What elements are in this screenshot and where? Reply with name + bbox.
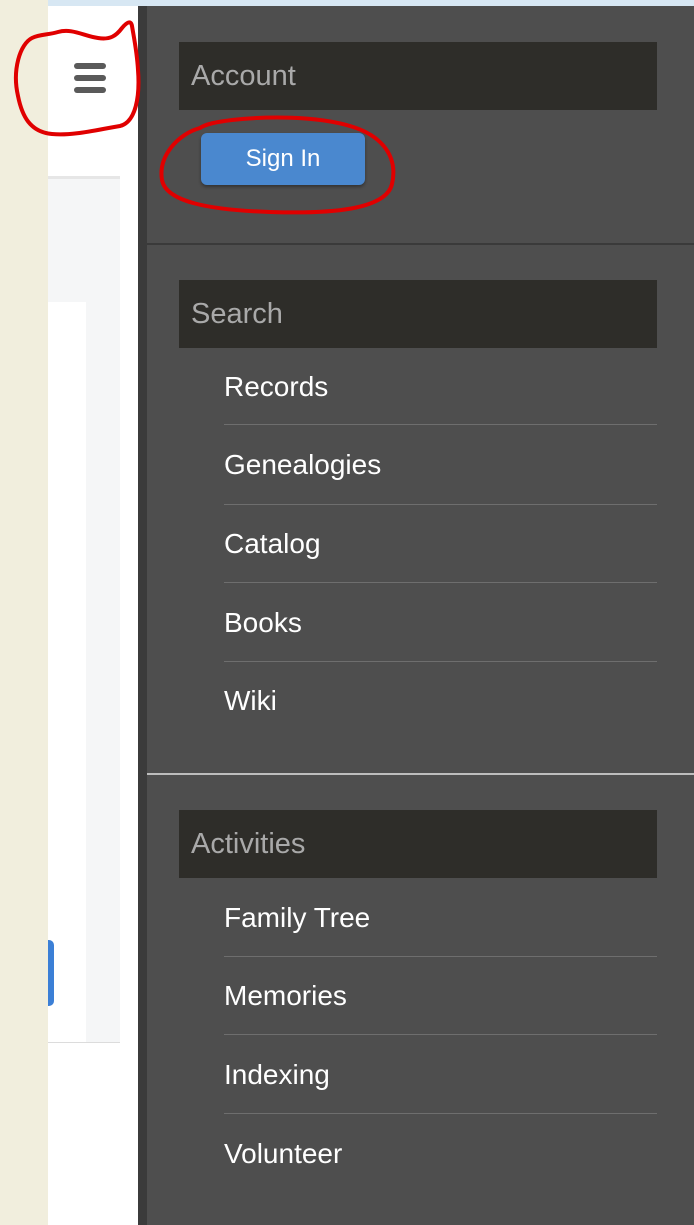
hamburger-menu-icon[interactable] [62, 50, 118, 106]
activities-section-header: Activities [179, 810, 657, 878]
nav-item-volunteer[interactable]: Volunteer [179, 1115, 657, 1193]
page-content-card [48, 302, 86, 1042]
menu-icon-bar [74, 75, 106, 81]
nav-item-family-tree[interactable]: Family Tree [179, 879, 657, 957]
nav-separator [224, 424, 657, 425]
nav-item-records[interactable]: Records [179, 348, 657, 426]
drawer-edge-shadow [138, 6, 147, 1225]
nav-item-label: Books [224, 607, 302, 638]
nav-item-label: Catalog [224, 528, 321, 559]
account-section-header: Account [179, 42, 657, 110]
menu-icon-bar [74, 87, 106, 93]
nav-item-indexing[interactable]: Indexing [179, 1036, 657, 1114]
nav-item-books[interactable]: Books [179, 584, 657, 662]
nav-separator [224, 1113, 657, 1114]
page-footer-area [48, 1043, 120, 1225]
nav-item-label: Family Tree [224, 902, 371, 933]
search-section-divider [147, 773, 694, 775]
menu-icon-bar [74, 63, 106, 69]
nav-item-label: Wiki [224, 685, 277, 716]
nav-item-label: Genealogies [224, 449, 382, 480]
sign-in-button[interactable]: Sign In [201, 133, 365, 185]
nav-item-catalog[interactable]: Catalog [179, 505, 657, 583]
nav-item-wiki[interactable]: Wiki [179, 662, 657, 740]
nav-item-genealogies[interactable]: Genealogies [179, 426, 657, 504]
search-section-header: Search [179, 280, 657, 348]
partially-hidden-button[interactable] [48, 940, 54, 1006]
nav-item-memories[interactable]: Memories [179, 957, 657, 1035]
account-section-divider [147, 243, 694, 245]
nav-item-label: Memories [224, 980, 347, 1011]
nav-item-label: Indexing [224, 1059, 330, 1090]
nav-separator [224, 1034, 657, 1035]
nav-separator [224, 582, 657, 583]
nav-item-label: Records [224, 371, 329, 402]
nav-item-label: Volunteer [224, 1138, 343, 1169]
